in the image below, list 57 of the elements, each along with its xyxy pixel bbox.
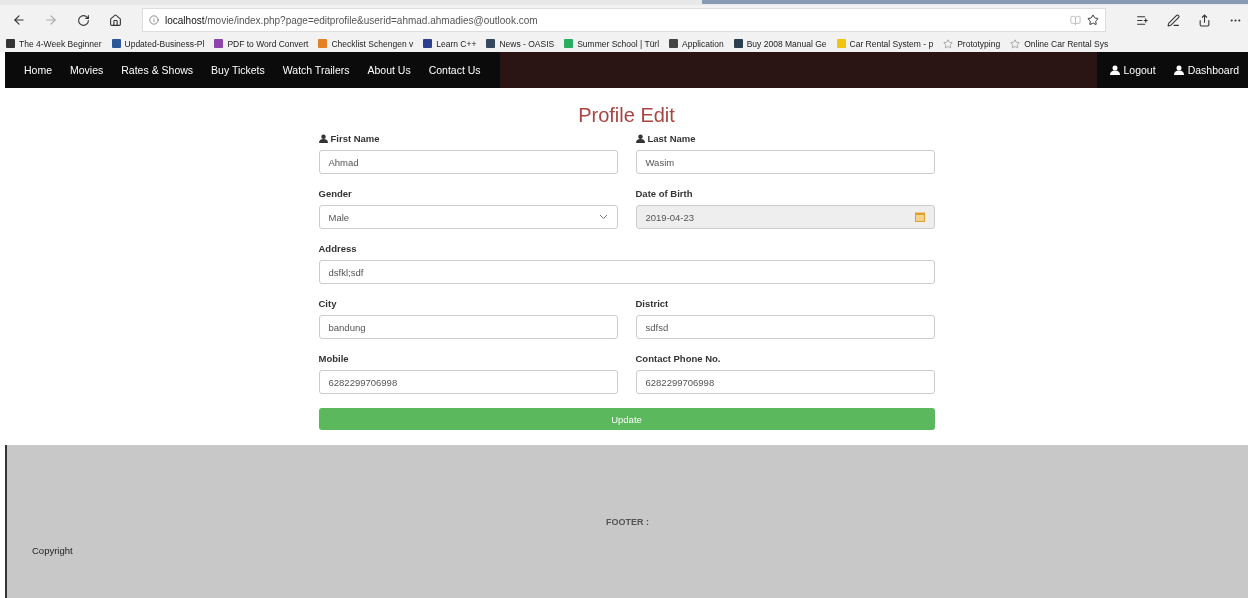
- favorites-icon[interactable]: [1136, 13, 1149, 27]
- user-icon: [635, 134, 645, 143]
- input-field[interactable]: Ahmad: [318, 150, 618, 174]
- chevron-down-icon: [598, 214, 608, 220]
- home-icon[interactable]: [108, 13, 122, 27]
- bookmark[interactable]: Checklist Schengen v: [318, 38, 414, 49]
- refresh-icon[interactable]: [76, 13, 90, 27]
- input-field[interactable]: dsfkl;sdf: [318, 260, 935, 284]
- field-label: Gender: [318, 188, 353, 199]
- nav-link[interactable]: About Us: [358, 64, 420, 76]
- nav-link[interactable]: Buy Tickets: [202, 64, 274, 76]
- nav-link[interactable]: Logout: [1100, 64, 1165, 76]
- bookmark[interactable]: Summer School | Türl: [564, 38, 660, 49]
- user-icon: [318, 134, 328, 143]
- bookmark[interactable]: The 4-Week Beginner: [6, 38, 102, 49]
- field-label: First Name: [318, 133, 618, 144]
- field-label: District: [635, 298, 670, 309]
- input-field[interactable]: bandung: [318, 315, 618, 339]
- user-icon: [1109, 65, 1120, 75]
- field-label: Contact Phone No.: [635, 353, 722, 364]
- back-icon[interactable]: [12, 13, 26, 27]
- bookmark[interactable]: Learn C++: [423, 38, 477, 49]
- pen-icon[interactable]: [1167, 13, 1180, 27]
- info-icon: [149, 15, 159, 25]
- favorite-star-icon[interactable]: [1087, 14, 1099, 26]
- nav-link[interactable]: Rates & Shows: [112, 64, 203, 76]
- nav-link[interactable]: Contact Us: [419, 64, 490, 76]
- bookmark[interactable]: Updated-Business-Pl: [111, 38, 205, 49]
- copyright-text: Copyright: [32, 545, 74, 556]
- bookmark[interactable]: News - OASIS: [486, 38, 555, 49]
- field-label: City: [318, 298, 338, 309]
- nav-link[interactable]: Dashboard: [1164, 64, 1248, 76]
- bookmark[interactable]: Car Rental System - p: [836, 38, 934, 49]
- user-icon: [1173, 65, 1184, 75]
- field-label: Mobile: [318, 353, 350, 364]
- field-label: Date of Birth: [635, 188, 694, 199]
- nav-link[interactable]: Movies: [61, 64, 113, 76]
- select-field[interactable]: Male: [318, 205, 618, 229]
- input-field[interactable]: sdfsd: [635, 315, 935, 339]
- input-field[interactable]: Wasim: [635, 150, 935, 174]
- bookmark[interactable]: Buy 2008 Manual Ge: [733, 38, 827, 49]
- bookmark[interactable]: PDF to Word Convert: [214, 38, 309, 49]
- bookmark[interactable]: Prototyping: [943, 38, 1001, 49]
- star-icon: [1010, 38, 1021, 49]
- star-icon: [943, 38, 954, 49]
- input-field[interactable]: 6282299706998: [318, 370, 618, 394]
- nav-link[interactable]: Watch Trailers: [273, 64, 359, 76]
- page-title: Profile Edit: [577, 104, 676, 127]
- share-icon[interactable]: [1198, 13, 1211, 27]
- input-field[interactable]: 6282299706998: [635, 370, 935, 394]
- footer-title: FOOTER :: [606, 517, 649, 527]
- bookmark[interactable]: Online Car Rental Sys: [1010, 38, 1109, 49]
- nav-link[interactable]: Home: [15, 64, 61, 76]
- field-label: Address: [318, 243, 358, 254]
- field-label: Last Name: [635, 133, 935, 144]
- address-bar[interactable]: localhost/movie/index.php?page=editprofile&userid=ahmad.ahmadies@outlook.com: [142, 8, 1106, 32]
- bookmark[interactable]: Application: [669, 38, 724, 49]
